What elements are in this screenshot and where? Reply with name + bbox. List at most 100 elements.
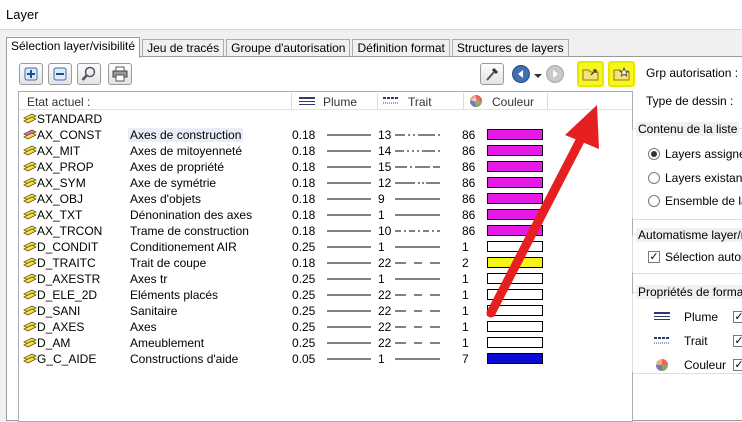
layer-icon (23, 129, 37, 140)
existing-layers-radio[interactable] (648, 172, 660, 184)
linetype-sample (395, 246, 440, 248)
tab-authorization-groups[interactable]: Groupe d'autorisation (226, 39, 351, 57)
linetype-sample (395, 326, 440, 328)
pen-value: 0.18 (292, 256, 316, 270)
layer-name: D_CONDIT (37, 240, 99, 254)
tab-strip: Sélection layer/visibilité Jeu de tracés… (6, 37, 571, 58)
pen-value: 0.18 (292, 128, 316, 142)
layer-icon (23, 193, 37, 204)
pen-line (327, 278, 371, 280)
layer-description: Axes de construction (128, 128, 244, 142)
table-row[interactable]: D_AM Ameublement 0.25 22 1 (19, 335, 632, 351)
line-value: 1 (378, 208, 385, 222)
pen-prop-checkbox[interactable]: ✓ (733, 311, 742, 323)
linetype-sample (395, 134, 440, 136)
line-prop-checkbox[interactable]: ✓ (733, 335, 742, 347)
linetype-sample (395, 166, 440, 168)
back-arrow-icon[interactable] (512, 65, 530, 83)
layer-description: Ameublement (130, 336, 205, 350)
pen-line (327, 166, 371, 168)
pen-value: 0.25 (292, 288, 316, 302)
color-number: 1 (462, 320, 469, 334)
pen-value: 0.25 (292, 240, 316, 254)
linetype-sample (395, 182, 440, 184)
automation-title: Automatisme layer/m (636, 228, 742, 242)
assigned-layers-label: Layers assignés à (665, 147, 742, 161)
color-swatch (487, 353, 543, 364)
chevron-down-icon[interactable] (532, 67, 544, 83)
layer-icon (23, 289, 37, 300)
folder-open-icon (582, 69, 598, 81)
line-value: 22 (378, 336, 392, 350)
line-value: 13 (378, 128, 392, 142)
layer-name: AX_TRCON (37, 224, 103, 238)
save-favorite-button[interactable] (608, 61, 635, 87)
tab-layer-structures[interactable]: Structures de layers (451, 39, 569, 57)
tab-plot-sets[interactable]: Jeu de tracés (142, 39, 225, 57)
color-number: 86 (462, 192, 476, 206)
layer-icon (23, 209, 37, 220)
tab-layer-selection[interactable]: Sélection layer/visibilité (6, 37, 141, 58)
color-number: 86 (462, 224, 476, 238)
layer-name: AX_CONST (37, 128, 102, 142)
open-favorite-button[interactable] (577, 61, 604, 87)
annotation-arrow (486, 105, 599, 318)
pen-line (327, 358, 371, 360)
plus-icon (24, 67, 38, 81)
color-wheel-icon (656, 359, 668, 371)
tab-format-definition[interactable]: Définition format (352, 39, 450, 57)
color-prop-checkbox[interactable]: ✓ (733, 359, 742, 371)
line-value: 22 (378, 320, 392, 334)
line-value: 22 (378, 304, 392, 318)
line-value: 1 (378, 352, 385, 366)
nav-button-group (510, 63, 564, 85)
remove-layer-button[interactable] (48, 63, 72, 85)
layer-icon (23, 353, 37, 364)
linetype-sample (395, 294, 440, 296)
pen-icon (299, 97, 315, 105)
add-layer-button[interactable] (19, 63, 43, 85)
linetype-icon (383, 97, 399, 104)
pipette-button[interactable] (480, 63, 504, 85)
list-content-title: Contenu de la liste (636, 122, 740, 136)
line-value: 10 (378, 224, 392, 238)
layer-description: Eléments placés (130, 288, 219, 302)
layer-description: Axes de propriété (130, 160, 225, 174)
pen-value: 0.18 (292, 192, 316, 206)
color-number: 1 (462, 240, 469, 254)
linetype-sample (395, 358, 440, 360)
auto-selection-checkbox[interactable]: ✓ (648, 251, 660, 263)
color-number: 86 (462, 160, 476, 174)
print-button[interactable] (108, 63, 132, 85)
pen-prop-label: Plume (684, 310, 719, 324)
linetype-sample (395, 278, 440, 280)
format-props-title: Propriétés de format (636, 285, 742, 299)
layer-description: Axes (130, 320, 157, 334)
layer-icon (23, 177, 37, 188)
line-value: 22 (378, 288, 392, 302)
assigned-layers-radio[interactable] (648, 148, 660, 160)
linetype-sample (395, 150, 440, 152)
forward-arrow-icon[interactable] (546, 65, 564, 83)
pen-line (327, 246, 371, 248)
color-number: 1 (462, 336, 469, 350)
pen-icon (654, 312, 670, 320)
window-title: Layer (6, 7, 39, 22)
layer-description: Trait de coupe (130, 256, 207, 270)
search-layer-button[interactable] (77, 63, 101, 85)
layer-icon (23, 241, 37, 252)
linetype-sample (395, 342, 440, 344)
layer-name: D_TRAITC (37, 256, 96, 270)
hierarchy-radio[interactable] (648, 195, 660, 207)
layer-name: D_SANI (37, 304, 81, 318)
layer-description: Axes de mitoyenneté (130, 144, 243, 158)
layer-icon (23, 305, 37, 316)
pen-line (327, 182, 371, 184)
title-bar: Layer (0, 0, 742, 30)
color-number: 7 (462, 352, 469, 366)
pen-value: 0.18 (292, 176, 316, 190)
line-value: 1 (378, 272, 385, 286)
table-row[interactable]: G_C_AIDE Constructions d'aide 0.05 1 7 (19, 351, 632, 367)
line-header: Trait (408, 95, 432, 109)
linetype-sample (395, 230, 440, 232)
